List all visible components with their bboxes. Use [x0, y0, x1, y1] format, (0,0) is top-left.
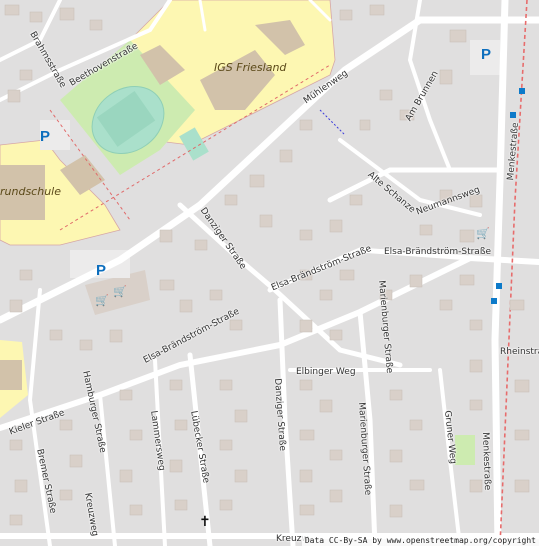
bus-stop-icon[interactable] — [510, 112, 516, 118]
small-park — [455, 435, 475, 465]
parking-icon-supermarket[interactable]: P — [96, 262, 106, 279]
street-label-menkestrasse-bottom: Menkestraße — [480, 432, 493, 491]
parking-icon-ne[interactable]: P — [481, 46, 491, 63]
bus-stop-icon[interactable] — [519, 88, 525, 94]
street-label-elbinger-weg: Elbinger Weg — [296, 367, 356, 377]
street-label-elsa-2: Elsa-Brändström-Straße — [384, 247, 492, 257]
map-view[interactable]: IGS Friesland rundschule Brahmsstraße Be… — [0, 0, 539, 546]
parking-icon[interactable]: P — [40, 128, 50, 145]
school-left-label: rundschule — [0, 185, 61, 198]
bus-stop-icon[interactable] — [496, 283, 502, 289]
bus-stop-icon[interactable] — [491, 298, 497, 304]
school-label: IGS Friesland — [214, 61, 287, 74]
shop-icon-2[interactable]: 🛒 — [113, 285, 127, 298]
shop-icon-east[interactable]: 🛒 — [476, 227, 490, 240]
map-attribution[interactable]: Data CC-By-SA by www.openstreetmap.org/c… — [301, 535, 539, 546]
church-icon[interactable]: ✝ — [199, 514, 211, 530]
shop-icon[interactable]: 🛒 — [95, 294, 109, 307]
street-label-rheinstrasse: Rheinstra — [500, 347, 539, 357]
school-building-sw — [0, 360, 22, 390]
